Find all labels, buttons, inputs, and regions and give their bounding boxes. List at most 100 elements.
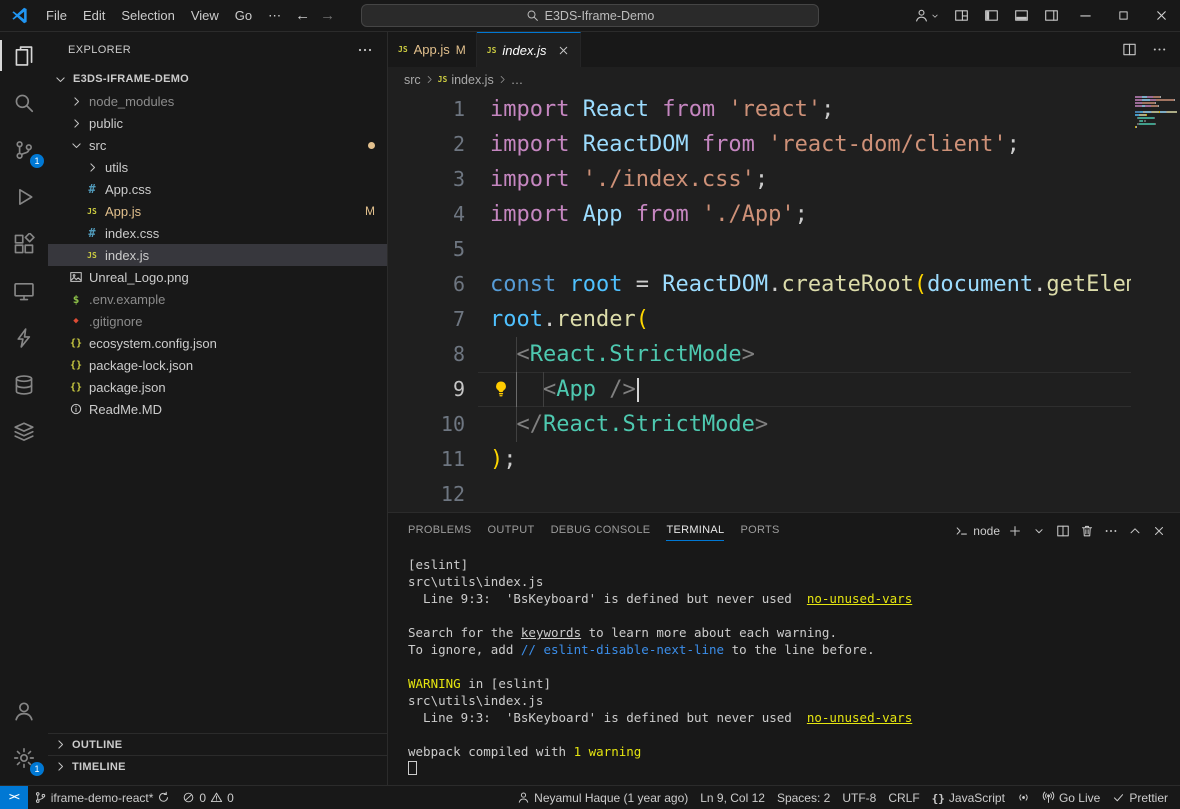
breadcrumb-item-index.js[interactable]: JSindex.js: [438, 73, 494, 87]
panel-tab-ports[interactable]: PORTS: [740, 513, 779, 548]
command-center-search[interactable]: E3DS-Iframe-Demo: [361, 4, 819, 27]
tree-file-package-lock.json[interactable]: {}package-lock.json: [48, 354, 387, 376]
tree-folder-utils[interactable]: utils: [48, 156, 387, 178]
tree-file-ReadMe.MD[interactable]: ReadMe.MD: [48, 398, 387, 420]
forward-arrow-icon[interactable]: →: [320, 7, 335, 24]
shell-button[interactable]: node: [953, 519, 1002, 543]
more-icon[interactable]: [1146, 37, 1172, 63]
status-encoding[interactable]: UTF-8: [836, 786, 882, 809]
activity-settings[interactable]: 1: [0, 734, 48, 781]
layout-right-button[interactable]: [1036, 0, 1066, 31]
status-ports[interactable]: [1011, 786, 1036, 809]
tab-index.js[interactable]: JSindex.js: [477, 32, 581, 67]
panel-tab-debug-console[interactable]: DEBUG CONSOLE: [551, 513, 651, 548]
tree-file-index.js[interactable]: JSindex.js: [48, 244, 387, 266]
minimap[interactable]: [1131, 92, 1180, 512]
activity-database[interactable]: [0, 361, 48, 408]
activity-accounts[interactable]: [0, 687, 48, 734]
menu-edit[interactable]: Edit: [75, 5, 113, 27]
menu-go[interactable]: Go: [227, 5, 260, 27]
breadcrumb-item-…[interactable]: …: [511, 73, 524, 87]
activity-search[interactable]: [0, 79, 48, 126]
layout-left-button[interactable]: [976, 0, 1006, 31]
close-icon[interactable]: [557, 44, 570, 57]
menu-file[interactable]: File: [38, 5, 75, 27]
maximize-panel-button[interactable]: [1124, 519, 1146, 543]
code-line-2[interactable]: 2import ReactDOM from 'react-dom/client'…: [388, 127, 1180, 162]
code-line-6[interactable]: 6const root = ReactDOM.createRoot(docume…: [388, 267, 1180, 302]
more-actions-button[interactable]: [1100, 519, 1122, 543]
tree-folder-src[interactable]: src: [48, 134, 387, 156]
tree-file-package.json[interactable]: {}package.json: [48, 376, 387, 398]
menu-view[interactable]: View: [183, 5, 227, 27]
activity-layers[interactable]: [0, 408, 48, 455]
status-cursor-position[interactable]: Ln 9, Col 12: [694, 786, 771, 809]
code-line-10[interactable]: 10 </React.StrictMode>: [388, 407, 1180, 442]
layout-bottom-button[interactable]: [1006, 0, 1036, 31]
activity-thunder-client[interactable]: [0, 314, 48, 361]
split-terminal-button[interactable]: [1052, 519, 1074, 543]
lightbulb-icon[interactable]: [492, 380, 510, 401]
panel-tab-output[interactable]: OUTPUT: [488, 513, 535, 548]
sidebar-section-timeline[interactable]: TIMELINE: [48, 755, 387, 777]
tree-file-Unreal_Logo.png[interactable]: Unreal_Logo.png: [48, 266, 387, 288]
code-line-9[interactable]: 9 <App />: [388, 372, 1180, 407]
sidebar-more-icon[interactable]: [357, 42, 373, 58]
activity-extensions[interactable]: [0, 220, 48, 267]
code-line-7[interactable]: 7root.render(: [388, 302, 1180, 337]
status-go-live[interactable]: Go Live: [1036, 786, 1106, 809]
sidebar-section-outline[interactable]: OUTLINE: [48, 733, 387, 755]
profile-button[interactable]: [908, 8, 946, 23]
new-terminal-button[interactable]: [1004, 519, 1026, 543]
menu-selection[interactable]: Selection: [113, 5, 182, 27]
menu-more[interactable]: ⋯: [260, 5, 289, 27]
activity-run-debug[interactable]: [0, 173, 48, 220]
panel-tab-terminal[interactable]: TERMINAL: [666, 513, 724, 548]
layout-customize-button[interactable]: [946, 0, 976, 31]
tree-file-.gitignore[interactable]: ◆.gitignore: [48, 310, 387, 332]
minimize-button[interactable]: [1066, 0, 1104, 31]
terminal-link[interactable]: keywords: [521, 625, 581, 640]
tab-App.js[interactable]: JSApp.jsM: [388, 32, 477, 67]
code-line-4[interactable]: 4import App from './App';: [388, 197, 1180, 232]
terminal-output[interactable]: [eslint]src\utils\index.js Line 9:3: 'Bs…: [388, 548, 1180, 785]
tree-file-App.js[interactable]: JSApp.jsM: [48, 200, 387, 222]
back-arrow-icon[interactable]: ←: [295, 7, 310, 24]
status-prettier[interactable]: Prettier: [1106, 786, 1174, 809]
split-editor-icon[interactable]: [1116, 37, 1142, 63]
code-line-8[interactable]: 8 <React.StrictMode>: [388, 337, 1180, 372]
activity-explorer[interactable]: [0, 32, 48, 79]
tree-folder-node_modules[interactable]: node_modules: [48, 90, 387, 112]
close-panel-button[interactable]: [1148, 519, 1170, 543]
status-indentation[interactable]: Spaces: 2: [771, 786, 836, 809]
code-line-12[interactable]: 12: [388, 477, 1180, 512]
tree-file-App.css[interactable]: #App.css: [48, 178, 387, 200]
terminal-link[interactable]: no-unused-vars: [807, 591, 912, 606]
tree-file-index.css[interactable]: #index.css: [48, 222, 387, 244]
code-line-11[interactable]: 11);: [388, 442, 1180, 477]
code-line-1[interactable]: 1import React from 'react';: [388, 92, 1180, 127]
status-text: UTF-8: [842, 791, 876, 805]
kill-terminal-button[interactable]: [1076, 519, 1098, 543]
code-editor[interactable]: 1import React from 'react';2import React…: [388, 92, 1180, 512]
status-eol[interactable]: CRLF: [882, 786, 925, 809]
status-git-branch[interactable]: iframe-demo-react*: [28, 786, 177, 809]
code-line-3[interactable]: 3import './index.css';: [388, 162, 1180, 197]
status-problems[interactable]: 00: [176, 786, 239, 809]
breadcrumb-item-src[interactable]: src: [404, 73, 421, 87]
tree-file-ecosystem.config.json[interactable]: {}ecosystem.config.json: [48, 332, 387, 354]
status-remote-indicator[interactable]: ><: [0, 786, 28, 809]
tree-file-.env.example[interactable]: $.env.example: [48, 288, 387, 310]
status-git-blame[interactable]: Neyamul Haque (1 year ago): [511, 786, 694, 809]
panel-tab-problems[interactable]: PROBLEMS: [408, 513, 472, 548]
maximize-button[interactable]: [1104, 0, 1142, 31]
status-language-mode[interactable]: {}JavaScript: [926, 786, 1011, 809]
activity-remote-explorer[interactable]: [0, 267, 48, 314]
launch-profile-button[interactable]: [1028, 519, 1050, 543]
code-line-5[interactable]: 5: [388, 232, 1180, 267]
activity-source-control[interactable]: 1: [0, 126, 48, 173]
tree-folder-public[interactable]: public: [48, 112, 387, 134]
close-button[interactable]: [1142, 0, 1180, 31]
terminal-link[interactable]: no-unused-vars: [807, 710, 912, 725]
tree-root-E3DS-IFRAME-DEMO[interactable]: E3DS-IFRAME-DEMO: [48, 68, 387, 90]
